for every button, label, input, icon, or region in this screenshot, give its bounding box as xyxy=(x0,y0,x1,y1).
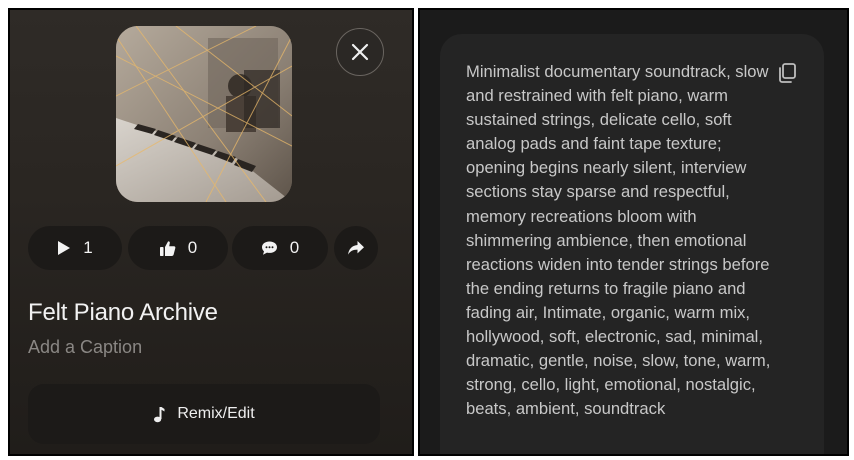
close-button[interactable] xyxy=(336,28,384,76)
comment-icon xyxy=(261,241,277,255)
play-icon xyxy=(58,241,71,255)
thumbs-up-icon xyxy=(159,240,176,256)
caption-input[interactable]: Add a Caption xyxy=(28,337,142,358)
track-detail-panel: 1 0 0 Felt Piano Archive Add a Caption R… xyxy=(8,8,414,456)
share-button[interactable] xyxy=(334,226,378,270)
close-icon xyxy=(351,43,369,61)
cover-art xyxy=(116,26,292,202)
copy-icon xyxy=(779,63,796,83)
copy-button[interactable] xyxy=(776,62,800,86)
music-note-icon xyxy=(154,406,165,422)
play-count-button[interactable]: 1 xyxy=(28,226,122,270)
like-count: 0 xyxy=(187,238,198,257)
comment-count: 0 xyxy=(289,238,300,257)
style-description: Minimalist documentary soundtrack, slow … xyxy=(466,62,771,419)
comment-button[interactable]: 0 xyxy=(232,226,328,270)
description-panel: Minimalist documentary soundtrack, slow … xyxy=(418,8,849,456)
remix-edit-button[interactable]: Remix/Edit xyxy=(28,384,380,444)
like-button[interactable]: 0 xyxy=(128,226,228,270)
share-icon xyxy=(348,241,364,255)
track-title: Felt Piano Archive xyxy=(28,299,218,326)
play-count: 1 xyxy=(83,238,93,257)
description-card: Minimalist documentary soundtrack, slow … xyxy=(440,34,824,454)
remix-edit-label: Remix/Edit xyxy=(177,405,255,422)
